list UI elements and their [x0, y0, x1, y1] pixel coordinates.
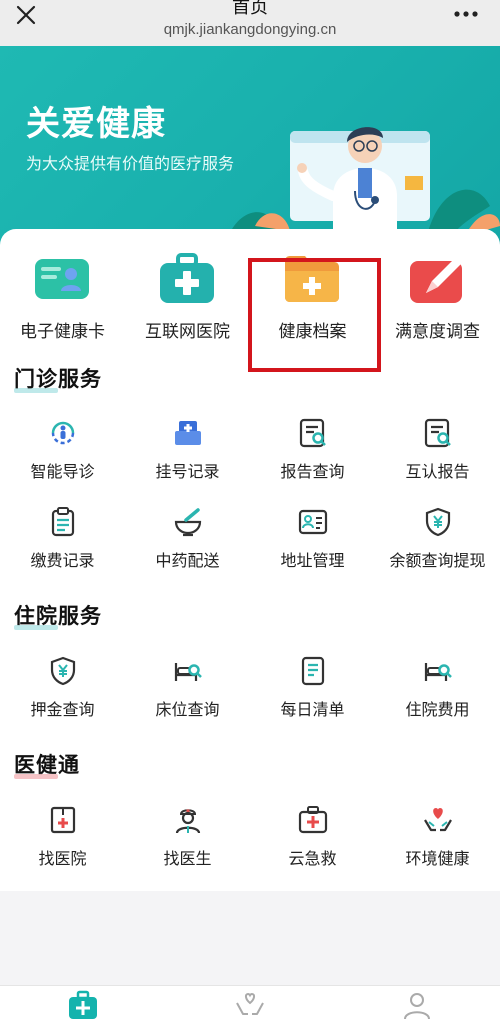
service-label: 互认报告	[405, 462, 470, 481]
service-find-hospital[interactable]: 找医院	[0, 804, 125, 884]
service-registration-record[interactable]: 挂号记录	[125, 417, 250, 497]
hospital-fee-icon	[424, 663, 452, 681]
medical-kit-icon	[160, 253, 214, 303]
profile-icon[interactable]	[401, 989, 433, 1021]
quick-entry-row: 电子健康卡 互联网医院 健康档案 满意度调查	[0, 247, 500, 372]
quick-item-health-card[interactable]: 电子健康卡	[0, 247, 125, 357]
doctor-icon	[175, 809, 201, 834]
service-label: 报告查询	[280, 462, 345, 481]
home-medical-icon[interactable]	[67, 989, 99, 1021]
yijiantong-row: 找医院 找医生 云急救 环境健康	[0, 804, 500, 884]
service-label: 缴费记录	[30, 551, 95, 570]
care-hands-icon[interactable]	[234, 989, 266, 1021]
pencil-survey-icon	[410, 257, 462, 303]
address-card-icon	[298, 509, 328, 535]
service-deposit-query[interactable]: 押金查询	[0, 655, 125, 735]
section-inpatient: 住院服务	[14, 600, 102, 630]
quick-item-label: 电子健康卡	[20, 322, 105, 342]
outpatient-row-1: 智能导诊 挂号记录 报告查询 互认报告	[0, 417, 500, 497]
report-query-icon	[299, 418, 326, 448]
section-title: 医健通	[14, 753, 80, 777]
first-aid-kit-icon	[298, 806, 328, 834]
service-bed-query[interactable]: 床位查询	[125, 655, 250, 735]
herbal-mortar-icon	[174, 508, 202, 537]
hospital-icon	[50, 806, 76, 834]
banner-subtitle: 为大众提供有价值的医疗服务	[26, 154, 235, 173]
doctor-illustration	[225, 127, 500, 246]
heart-hands-icon	[424, 808, 452, 832]
service-label: 找医院	[38, 849, 87, 868]
service-label: 环境健康	[405, 849, 470, 868]
smart-guide-icon	[51, 421, 75, 445]
section-outpatient: 门诊服务	[14, 363, 102, 393]
payment-record-icon	[51, 507, 75, 537]
section-title: 门诊服务	[14, 367, 102, 391]
service-label: 地址管理	[280, 551, 345, 570]
daily-list-icon	[301, 656, 325, 686]
mutual-report-icon	[424, 418, 451, 448]
quick-item-label: 满意度调查	[395, 322, 480, 342]
service-label: 每日清单	[280, 700, 345, 719]
service-label: 找医生	[163, 849, 212, 868]
page-url: qmjk.jiankangdongying.cn	[163, 21, 337, 38]
service-label: 住院费用	[405, 700, 470, 719]
banner-title: 关爱健康	[26, 104, 166, 144]
quick-item-label: 互联网医院	[145, 322, 230, 342]
section-title: 住院服务	[14, 604, 102, 628]
outpatient-row-2: 缴费记录 中药配送 地址管理 余额查询提现	[0, 506, 500, 586]
service-mutual-report[interactable]: 互认报告	[375, 417, 500, 497]
section-yijiantong: 医健通	[14, 749, 80, 779]
page-title: 首页	[232, 0, 268, 18]
service-address-management[interactable]: 地址管理	[250, 506, 375, 586]
service-label: 余额查询提现	[389, 551, 486, 570]
highlight-box	[248, 258, 381, 372]
balance-shield-icon	[425, 507, 451, 537]
service-find-doctor[interactable]: 找医生	[125, 804, 250, 884]
service-balance-withdraw[interactable]: 余额查询提现	[375, 506, 500, 586]
service-label: 床位查询	[155, 700, 220, 719]
health-card-icon	[35, 259, 89, 299]
inpatient-row: 押金查询 床位查询 每日清单 住院费用	[0, 655, 500, 735]
quick-item-satisfaction-survey[interactable]: 满意度调查	[375, 247, 500, 357]
service-report-query[interactable]: 报告查询	[250, 417, 375, 497]
service-hospital-fee[interactable]: 住院费用	[375, 655, 500, 735]
service-payment-record[interactable]: 缴费记录	[0, 506, 125, 586]
service-label: 挂号记录	[155, 462, 220, 481]
service-label: 中药配送	[155, 551, 220, 570]
services-card: 电子健康卡 互联网医院 健康档案 满意度调查 门诊服务 智能导诊 挂号记录 报告…	[0, 229, 500, 891]
registration-record-icon	[175, 421, 201, 445]
quick-item-internet-hospital[interactable]: 互联网医院	[125, 247, 250, 357]
more-options-icon[interactable]	[454, 10, 478, 18]
service-environment-health[interactable]: 环境健康	[375, 804, 500, 884]
service-herbal-delivery[interactable]: 中药配送	[125, 506, 250, 586]
service-daily-list[interactable]: 每日清单	[250, 655, 375, 735]
hero-banner[interactable]: 关爱健康 为大众提供有价值的医疗服务	[0, 46, 500, 246]
service-label: 云急救	[288, 849, 337, 868]
service-label: 押金查询	[30, 700, 95, 719]
service-cloud-first-aid[interactable]: 云急救	[250, 804, 375, 884]
deposit-shield-icon	[50, 656, 76, 686]
service-label: 智能导诊	[30, 462, 95, 481]
service-smart-guide[interactable]: 智能导诊	[0, 417, 125, 497]
browser-top-bar: 首页 qmjk.jiankangdongying.cn	[0, 0, 500, 46]
bed-search-icon	[174, 663, 202, 681]
bottom-navigation	[0, 985, 500, 1021]
